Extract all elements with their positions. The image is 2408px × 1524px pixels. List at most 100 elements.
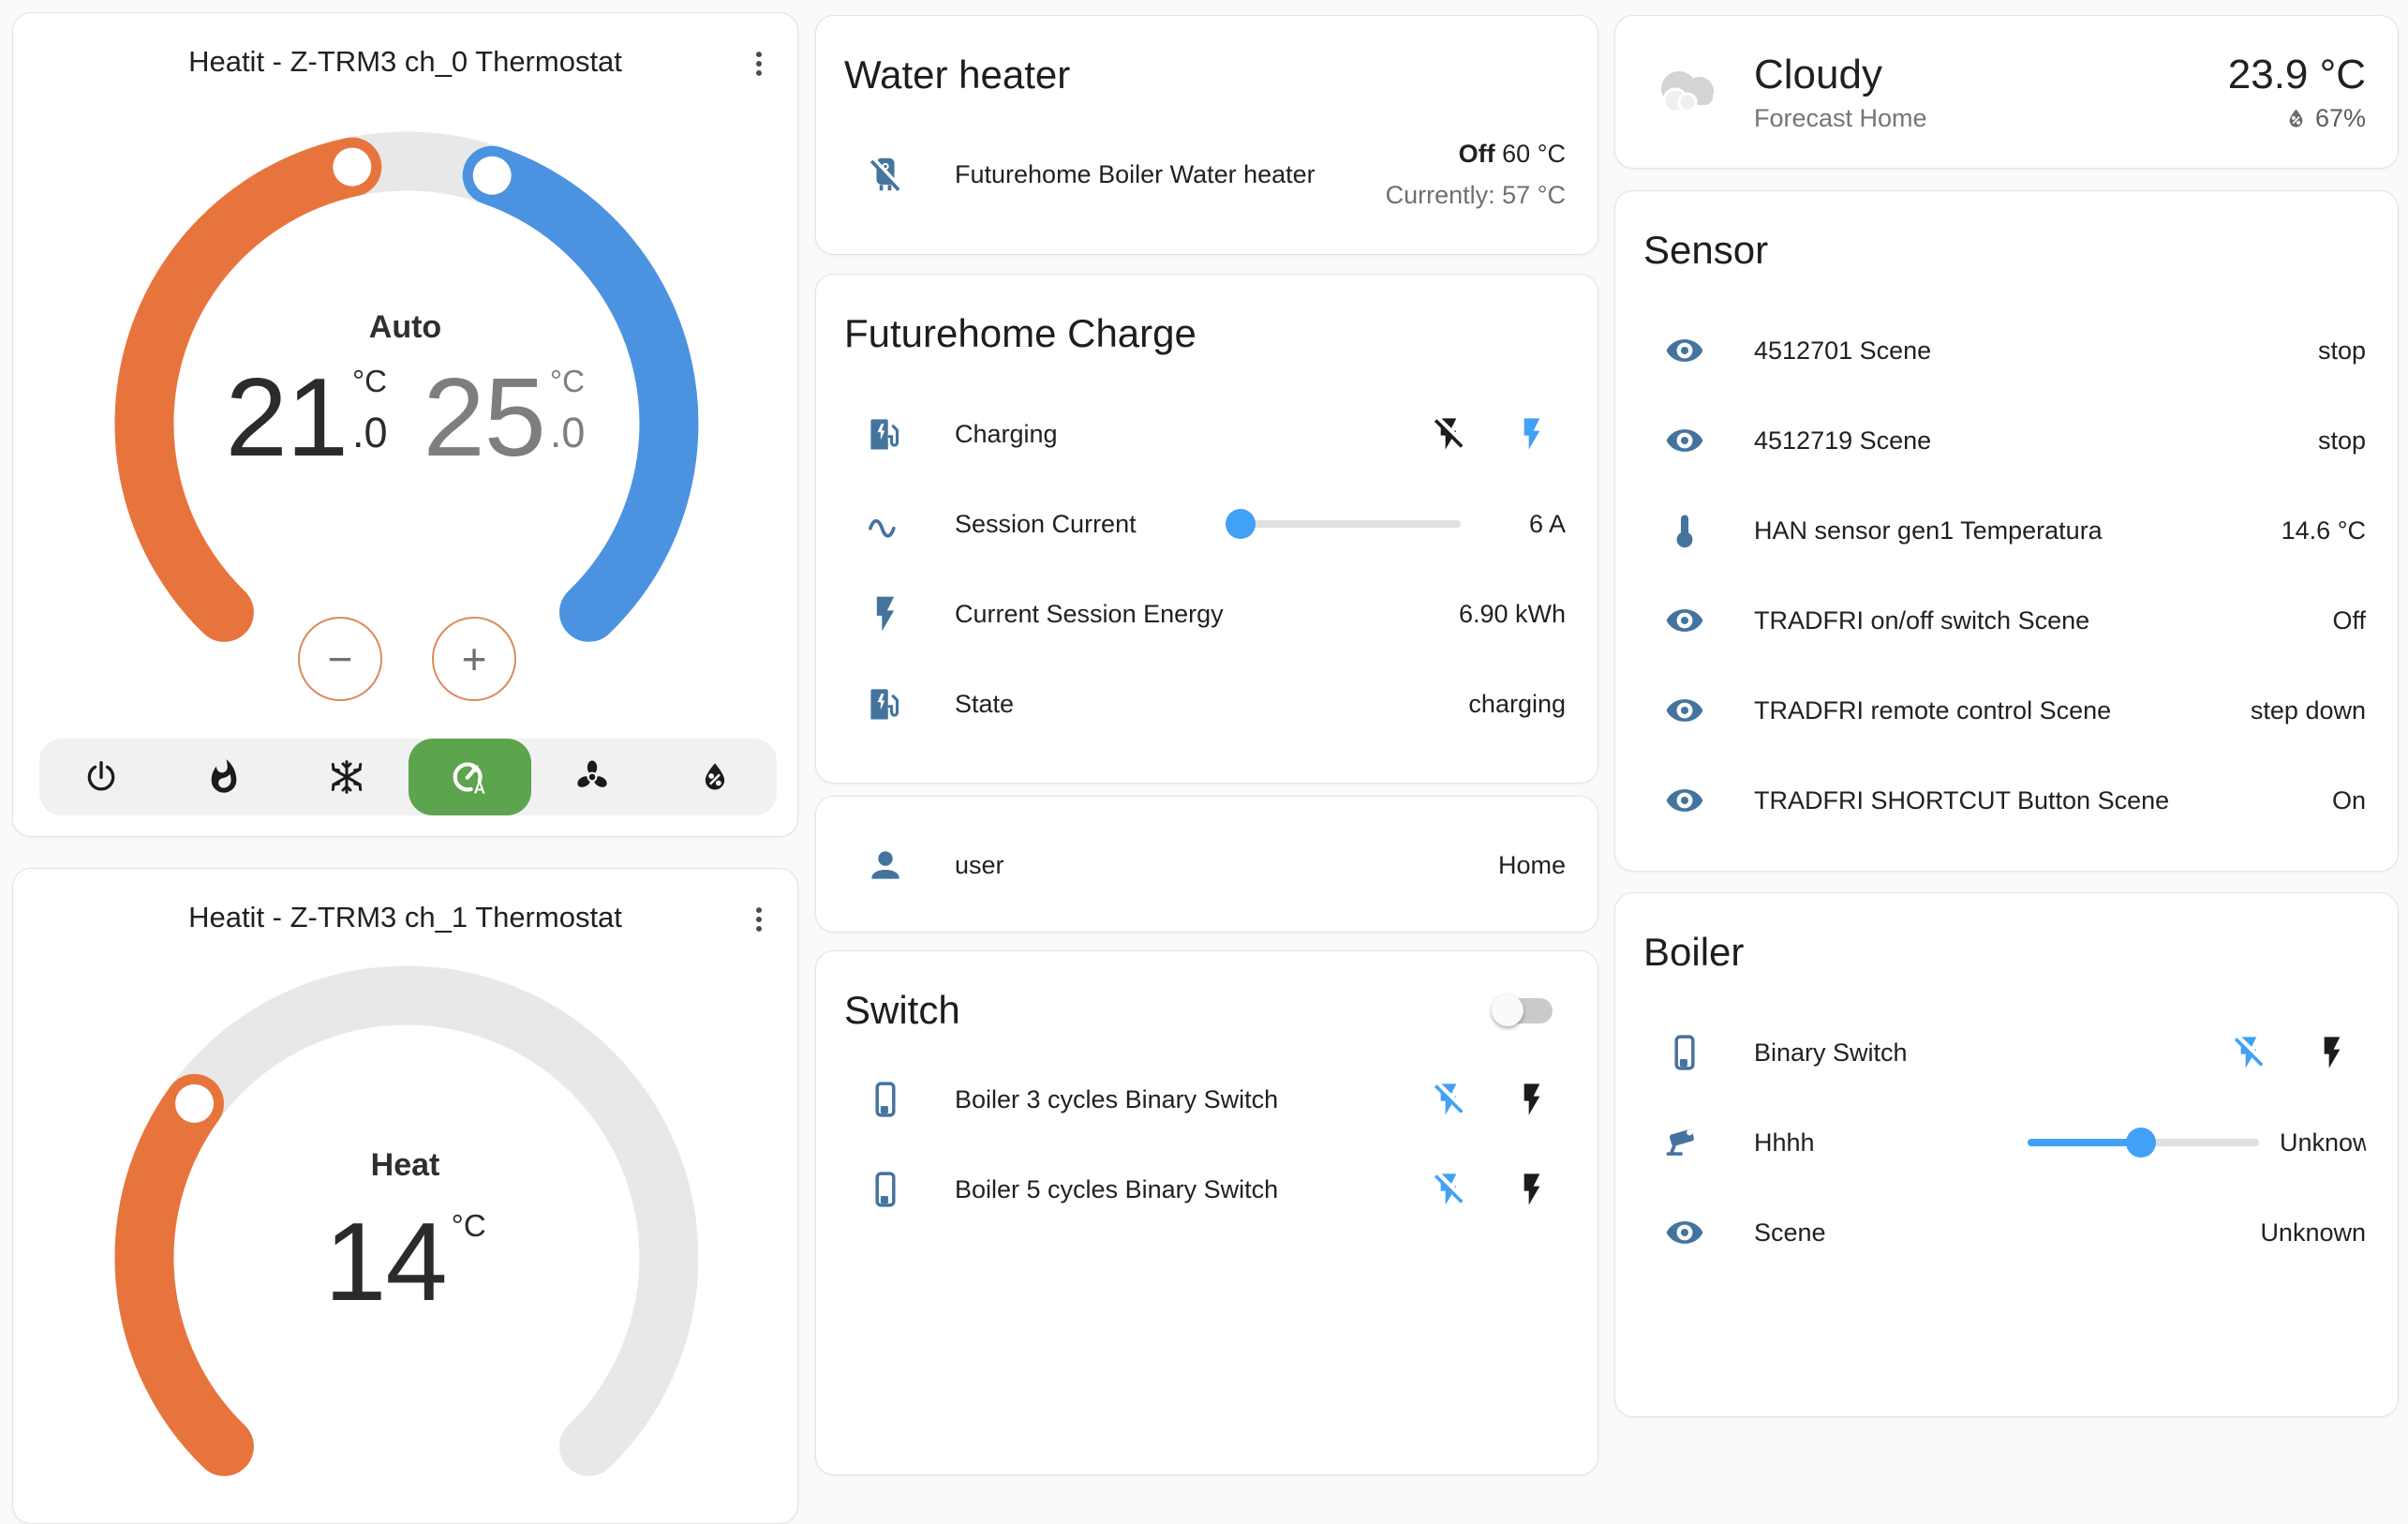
mode-auto-button[interactable]	[409, 739, 531, 815]
sensor-row[interactable]: 4512701 Scene stop	[1615, 306, 2398, 396]
target-temp-value: 14	[324, 1206, 446, 1318]
row-label: 4512719 Scene	[1754, 426, 1931, 456]
sensor-row[interactable]: 4512719 Scene stop	[1615, 396, 2398, 486]
thermostat-auto-icon	[448, 755, 491, 799]
row-value: stop	[2318, 336, 2366, 366]
weather-subtitle: Forecast Home	[1754, 101, 1927, 135]
binary-switch-row[interactable]: Binary Switch	[1615, 1008, 2398, 1098]
row-value: charging	[1468, 690, 1566, 719]
account-icon	[865, 844, 906, 886]
row-label: Scene	[1754, 1218, 1826, 1248]
flash-off-icon[interactable]	[1430, 415, 1467, 453]
sensor-row[interactable]: HAN sensor gen1 Temperatura 14.6 °C	[1615, 486, 2398, 575]
flash-off-icon[interactable]	[1430, 1171, 1467, 1208]
row-label: HAN sensor gen1 Temperatura	[1754, 516, 2103, 545]
row-label: Current Session Energy	[955, 600, 1224, 629]
sensor-row[interactable]: TRADFRI remote control Scene step down	[1615, 665, 2398, 755]
session-energy-row[interactable]: Current Session Energy 6.90 kWh	[816, 569, 1598, 659]
water-heater-setpoint: 60 °C	[1502, 140, 1566, 168]
temperature-readout: 14 °C	[13, 1206, 797, 1318]
row-label: TRADFRI on/off switch Scene	[1754, 606, 2089, 635]
eye-icon	[1664, 600, 1705, 641]
user-name: user	[955, 851, 1004, 880]
switch-row[interactable]: Boiler 5 cycles Binary Switch	[816, 1144, 1598, 1234]
flash-off-icon[interactable]	[1430, 1081, 1467, 1118]
snowflake-icon	[328, 758, 365, 796]
fan-icon	[573, 758, 611, 796]
hhhh-slider	[2028, 1124, 2259, 1161]
cloudy-icon	[1647, 61, 1730, 123]
water-percent-icon	[696, 758, 734, 796]
session-current-row[interactable]: Session Current 6 A	[816, 479, 1598, 569]
heat-handle[interactable]	[175, 1084, 214, 1123]
flash-off-icon[interactable]	[2230, 1034, 2267, 1071]
water-heater-state: Off	[1459, 140, 1495, 168]
eye-icon	[1664, 690, 1705, 731]
ev-station-icon	[865, 683, 906, 725]
cellphone-icon	[865, 1169, 906, 1210]
water-heater-row[interactable]: Futurehome Boiler Water heater Off 60 °C…	[816, 123, 1598, 226]
state-row[interactable]: State charging	[816, 659, 1598, 749]
boiler-card: Boiler Binary Switch Hhhh Unknown Scene …	[1614, 892, 2399, 1417]
target-temp-unit: °C	[452, 1210, 486, 1241]
thermostat-card-ch1: Heatit - Z-TRM3 ch_1 Thermostat Heat 14 …	[12, 868, 798, 1524]
temp-decrease-button[interactable]: −	[298, 617, 382, 701]
flash-icon[interactable]	[1513, 415, 1551, 453]
charging-row[interactable]: Charging	[816, 389, 1598, 479]
power-icon	[82, 758, 120, 796]
water-boiler-off-icon	[865, 154, 906, 195]
row-label: Session Current	[955, 510, 1137, 539]
flash-icon[interactable]	[1513, 1171, 1551, 1208]
target-temp: 14 °C	[324, 1206, 485, 1318]
switch-all-toggle[interactable]	[1494, 998, 1553, 1023]
cellphone-icon	[1664, 1032, 1705, 1073]
entity-name: Futurehome Boiler Water heater	[955, 160, 1315, 189]
toggle-knob	[1492, 994, 1524, 1026]
slider-knob[interactable]	[2126, 1128, 2156, 1158]
current-temp-decimal: .0	[550, 414, 586, 452]
row-label: State	[955, 690, 1014, 719]
target-temp-decimal: .0	[352, 414, 388, 452]
eye-icon	[1664, 1212, 1705, 1253]
row-value: 6.90 kWh	[1459, 600, 1566, 629]
mode-cool-button[interactable]	[285, 739, 408, 815]
sensor-row[interactable]: TRADFRI SHORTCUT Button Scene On	[1615, 755, 2398, 845]
row-label: Binary Switch	[1754, 1038, 1908, 1068]
futurehome-charge-card: Futurehome Charge Charging Session Curre…	[815, 274, 1598, 784]
cellphone-icon	[865, 1079, 906, 1120]
row-value: Unknown	[2280, 1128, 2366, 1158]
mode-heat-button[interactable]	[162, 739, 285, 815]
weather-humidity: 67%	[2315, 101, 2366, 135]
hhhh-row[interactable]: Hhhh Unknown	[1615, 1098, 2398, 1188]
row-label: TRADFRI SHORTCUT Button Scene	[1754, 786, 2169, 815]
slider-track[interactable]	[1226, 520, 1461, 528]
hvac-mode-label: Auto	[13, 309, 797, 346]
weather-card[interactable]: Cloudy Forecast Home 23.9 °C 67%	[1614, 15, 2399, 169]
sensor-card: Sensor 4512701 Scene stop 4512719 Scene …	[1614, 190, 2399, 872]
heat-handle[interactable]	[333, 148, 371, 187]
row-label: Boiler 3 cycles Binary Switch	[955, 1085, 1278, 1114]
scene-row[interactable]: Scene Unknown	[1615, 1188, 2398, 1277]
sensor-row[interactable]: TRADFRI on/off switch Scene Off	[1615, 575, 2398, 665]
slider-knob[interactable]	[1226, 509, 1256, 539]
cctv-icon	[1664, 1122, 1705, 1163]
row-value: On	[2332, 786, 2366, 815]
cool-handle[interactable]	[473, 157, 512, 195]
hvac-mode-label: Heat	[13, 1147, 797, 1184]
mode-off-button[interactable]	[39, 739, 162, 815]
mode-fan-button[interactable]	[531, 739, 654, 815]
switch-row[interactable]: Boiler 3 cycles Binary Switch	[816, 1054, 1598, 1144]
mode-dry-button[interactable]	[654, 739, 777, 815]
card-title: Futurehome Charge	[816, 275, 1598, 359]
flash-icon[interactable]	[2313, 1034, 2351, 1071]
flash-icon	[865, 593, 906, 635]
user-card: user Home	[815, 796, 1598, 933]
flash-icon[interactable]	[1513, 1081, 1551, 1118]
user-row[interactable]: user Home	[816, 797, 1598, 933]
temp-increase-button[interactable]: +	[432, 617, 516, 701]
eye-icon	[1664, 330, 1705, 371]
current-temp-value: 25	[424, 362, 545, 473]
weather-temperature: 23.9 °C	[2228, 49, 2366, 101]
card-title: Switch	[844, 985, 960, 1036]
row-value: Off	[2332, 606, 2366, 635]
